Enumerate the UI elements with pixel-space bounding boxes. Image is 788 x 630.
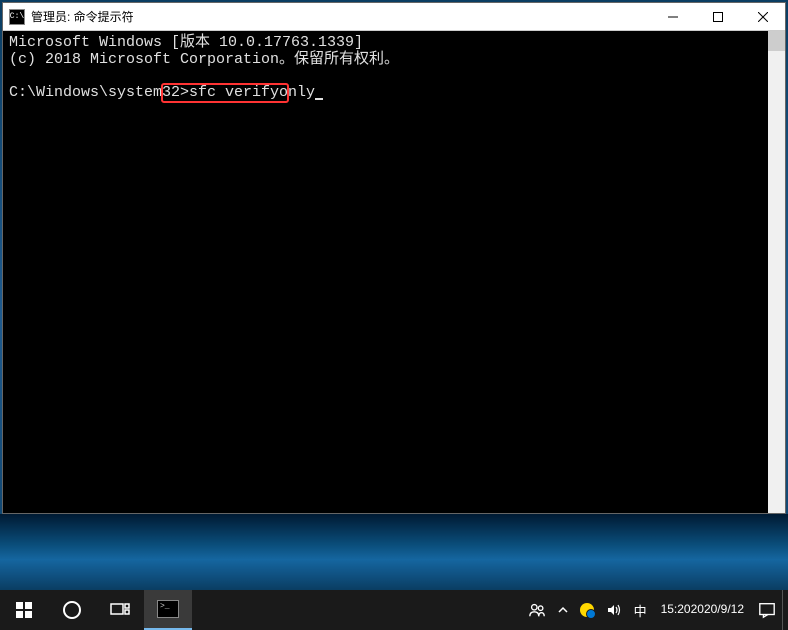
terminal-line: (c) 2018 Microsoft Corporation。保留所有权利。 bbox=[9, 51, 399, 68]
notification-button[interactable] bbox=[752, 590, 782, 630]
cmd-taskbar-button[interactable] bbox=[144, 590, 192, 630]
titlebar[interactable]: C:\ 管理员: 命令提示符 bbox=[3, 3, 785, 31]
people-button[interactable] bbox=[522, 590, 552, 630]
scrollbar-thumb[interactable] bbox=[768, 31, 785, 51]
cursor bbox=[315, 98, 323, 100]
terminal-content[interactable]: Microsoft Windows [版本 10.0.17763.1339] (… bbox=[3, 31, 785, 513]
window-title: 管理员: 命令提示符 bbox=[31, 8, 650, 25]
time-text: 15:20 bbox=[661, 602, 691, 618]
window-controls bbox=[650, 3, 785, 31]
tray-chevron[interactable] bbox=[552, 590, 574, 630]
cmd-icon: C:\ bbox=[9, 9, 25, 25]
show-desktop-button[interactable] bbox=[782, 590, 788, 630]
volume-tray-icon[interactable] bbox=[600, 590, 628, 630]
onedrive-tray-icon[interactable] bbox=[574, 590, 600, 630]
ime-indicator[interactable]: 中 bbox=[628, 590, 653, 630]
taskbar-left bbox=[0, 590, 192, 630]
scrollbar[interactable] bbox=[768, 31, 785, 513]
taskview-button[interactable] bbox=[96, 590, 144, 630]
minimize-button[interactable] bbox=[650, 3, 695, 31]
close-button[interactable] bbox=[740, 3, 785, 31]
clock[interactable]: 15:20 2020/9/12 bbox=[653, 590, 752, 630]
terminal-prompt: C:\Windows\system32> bbox=[9, 84, 189, 101]
system-tray: 中 15:20 2020/9/12 bbox=[522, 590, 788, 630]
date-text: 2020/9/12 bbox=[691, 602, 744, 618]
desktop-wallpaper[interactable] bbox=[0, 514, 788, 590]
taskbar-spacer bbox=[192, 590, 522, 630]
cortana-button[interactable] bbox=[48, 590, 96, 630]
cortana-icon bbox=[63, 601, 81, 619]
start-button[interactable] bbox=[0, 590, 48, 630]
terminal-command: sfc verifyonly bbox=[189, 84, 315, 101]
maximize-button[interactable] bbox=[695, 3, 740, 31]
cmd-taskbar-icon bbox=[157, 600, 179, 618]
onedrive-icon bbox=[580, 603, 594, 617]
command-prompt-window: C:\ 管理员: 命令提示符 Microsoft Windows [版本 10.… bbox=[2, 2, 786, 514]
taskbar: 中 15:20 2020/9/12 bbox=[0, 590, 788, 630]
terminal-line: Microsoft Windows [版本 10.0.17763.1339] bbox=[9, 34, 363, 51]
